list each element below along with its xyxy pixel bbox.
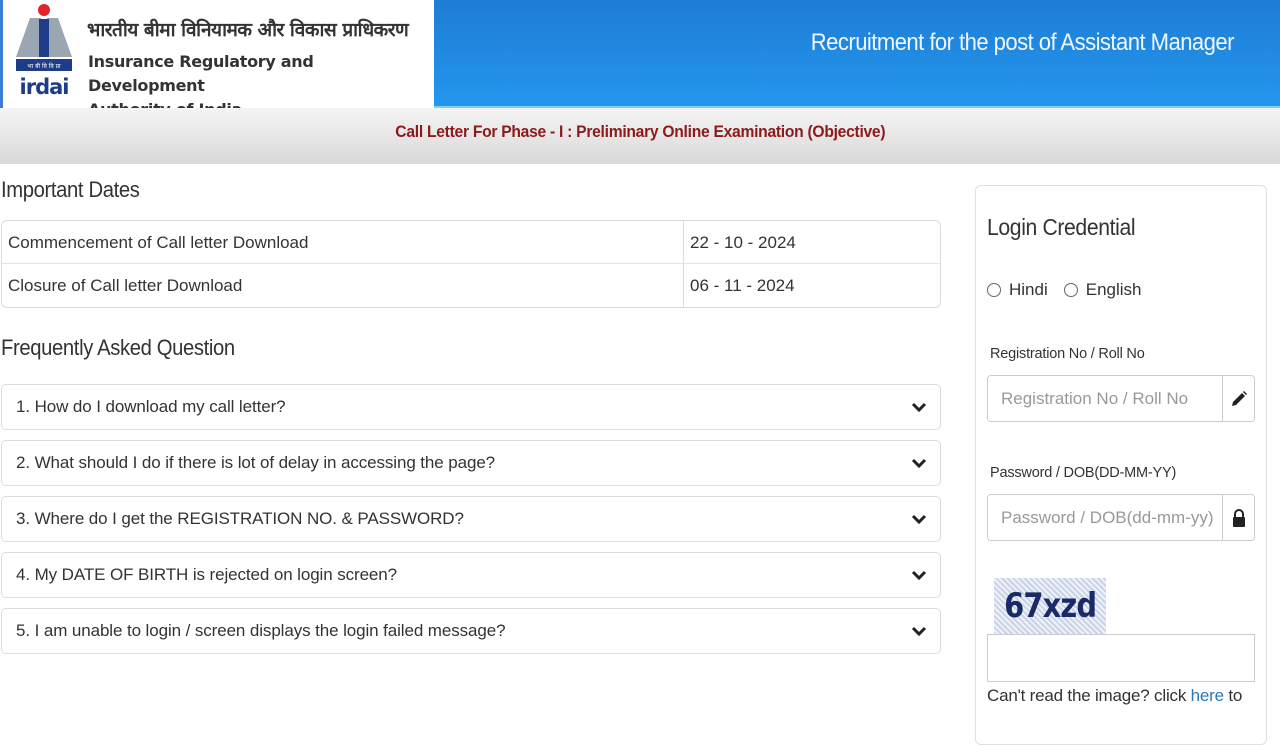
faq-item-4[interactable]: 4. My DATE OF BIRTH is rejected on login… bbox=[1, 552, 941, 598]
registration-input-group bbox=[987, 375, 1255, 422]
faq-question: 4. My DATE OF BIRTH is rejected on login… bbox=[16, 565, 397, 584]
captcha-input[interactable] bbox=[987, 634, 1255, 682]
faq-item-1[interactable]: 1. How do I download my call letter? bbox=[1, 384, 941, 430]
important-dates-table: Commencement of Call letter Download 22 … bbox=[1, 220, 941, 308]
password-input[interactable] bbox=[988, 495, 1222, 540]
lock-icon bbox=[1222, 495, 1254, 540]
captcha-refresh-link[interactable]: here bbox=[1191, 686, 1224, 705]
site-header: भा बी वि वि प्रा irdai भारतीय बीमा विनिय… bbox=[0, 0, 1280, 119]
captcha-help-prefix: Can't read the image? click bbox=[987, 686, 1191, 705]
date-value: 06 - 11 - 2024 bbox=[690, 276, 795, 295]
login-panel: Login Credential Hindi English Registrat… bbox=[975, 185, 1267, 745]
date-value: 22 - 10 - 2024 bbox=[690, 233, 796, 252]
registration-label: Registration No / Roll No bbox=[990, 346, 1145, 362]
chevron-down-icon bbox=[911, 626, 927, 637]
pencil-icon bbox=[1222, 376, 1254, 421]
logo-wordmark: irdai bbox=[20, 75, 69, 98]
chevron-down-icon bbox=[911, 402, 927, 413]
faq-item-3[interactable]: 3. Where do I get the REGISTRATION NO. &… bbox=[1, 496, 941, 542]
faq-question: 5. I am unable to login / screen display… bbox=[16, 621, 506, 640]
logo-hindi-band: भा बी वि वि प्रा bbox=[27, 62, 61, 70]
registration-input[interactable] bbox=[988, 376, 1222, 421]
chevron-down-icon bbox=[911, 570, 927, 581]
captcha-text: 67xzd bbox=[1003, 586, 1097, 626]
radio-english[interactable] bbox=[1063, 283, 1078, 297]
important-dates-heading: Important Dates bbox=[1, 177, 140, 202]
recruitment-banner: Recruitment for the post of Assistant Ma… bbox=[434, 0, 1280, 108]
radio-hindi[interactable] bbox=[987, 283, 1001, 297]
faq-item-5[interactable]: 5. I am unable to login / screen display… bbox=[1, 608, 941, 654]
captcha-help-suffix: to bbox=[1223, 686, 1243, 705]
password-label: Password / DOB(DD-MM-YY) bbox=[990, 465, 1177, 481]
irdai-logo-icon: भा बी वि वि प्रा irdai bbox=[16, 4, 72, 98]
banner-title: Recruitment for the post of Assistant Ma… bbox=[810, 29, 1235, 56]
org-name-line1: Insurance Regulatory and Development bbox=[88, 52, 314, 95]
faq-question: 3. Where do I get the REGISTRATION NO. &… bbox=[16, 509, 464, 528]
faq-question: 1. How do I download my call letter? bbox=[16, 397, 286, 416]
logo-area: भा बी वि वि प्रा irdai भारतीय बीमा विनिय… bbox=[0, 0, 434, 119]
faq-heading: Frequently Asked Question bbox=[1, 335, 235, 360]
table-row: Commencement of Call letter Download 22 … bbox=[2, 221, 940, 264]
captcha-image: 67xzd bbox=[994, 578, 1106, 634]
date-label: Closure of Call letter Download bbox=[2, 264, 684, 307]
radio-label-english[interactable]: English bbox=[1086, 280, 1142, 300]
chevron-down-icon bbox=[911, 514, 927, 525]
subheader-bar: Call Letter For Phase - I : Preliminary … bbox=[0, 108, 1280, 164]
table-row: Closure of Call letter Download 06 - 11 … bbox=[2, 264, 940, 307]
language-selector: Hindi English bbox=[987, 280, 1158, 300]
captcha-help-text: Can't read the image? click here to bbox=[987, 686, 1242, 706]
org-name-hindi: भारतीय बीमा विनियामक और विकास प्राधिकरण bbox=[87, 19, 409, 41]
faq-item-2[interactable]: 2. What should I do if there is lot of d… bbox=[1, 440, 941, 486]
password-input-group bbox=[987, 494, 1255, 541]
faq-question: 2. What should I do if there is lot of d… bbox=[16, 453, 496, 472]
page-title: Call Letter For Phase - I : Preliminary … bbox=[395, 122, 885, 141]
date-label: Commencement of Call letter Download bbox=[2, 221, 684, 263]
chevron-down-icon bbox=[911, 458, 927, 469]
radio-label-hindi[interactable]: Hindi bbox=[1009, 280, 1048, 300]
login-title: Login Credential bbox=[987, 214, 1136, 240]
